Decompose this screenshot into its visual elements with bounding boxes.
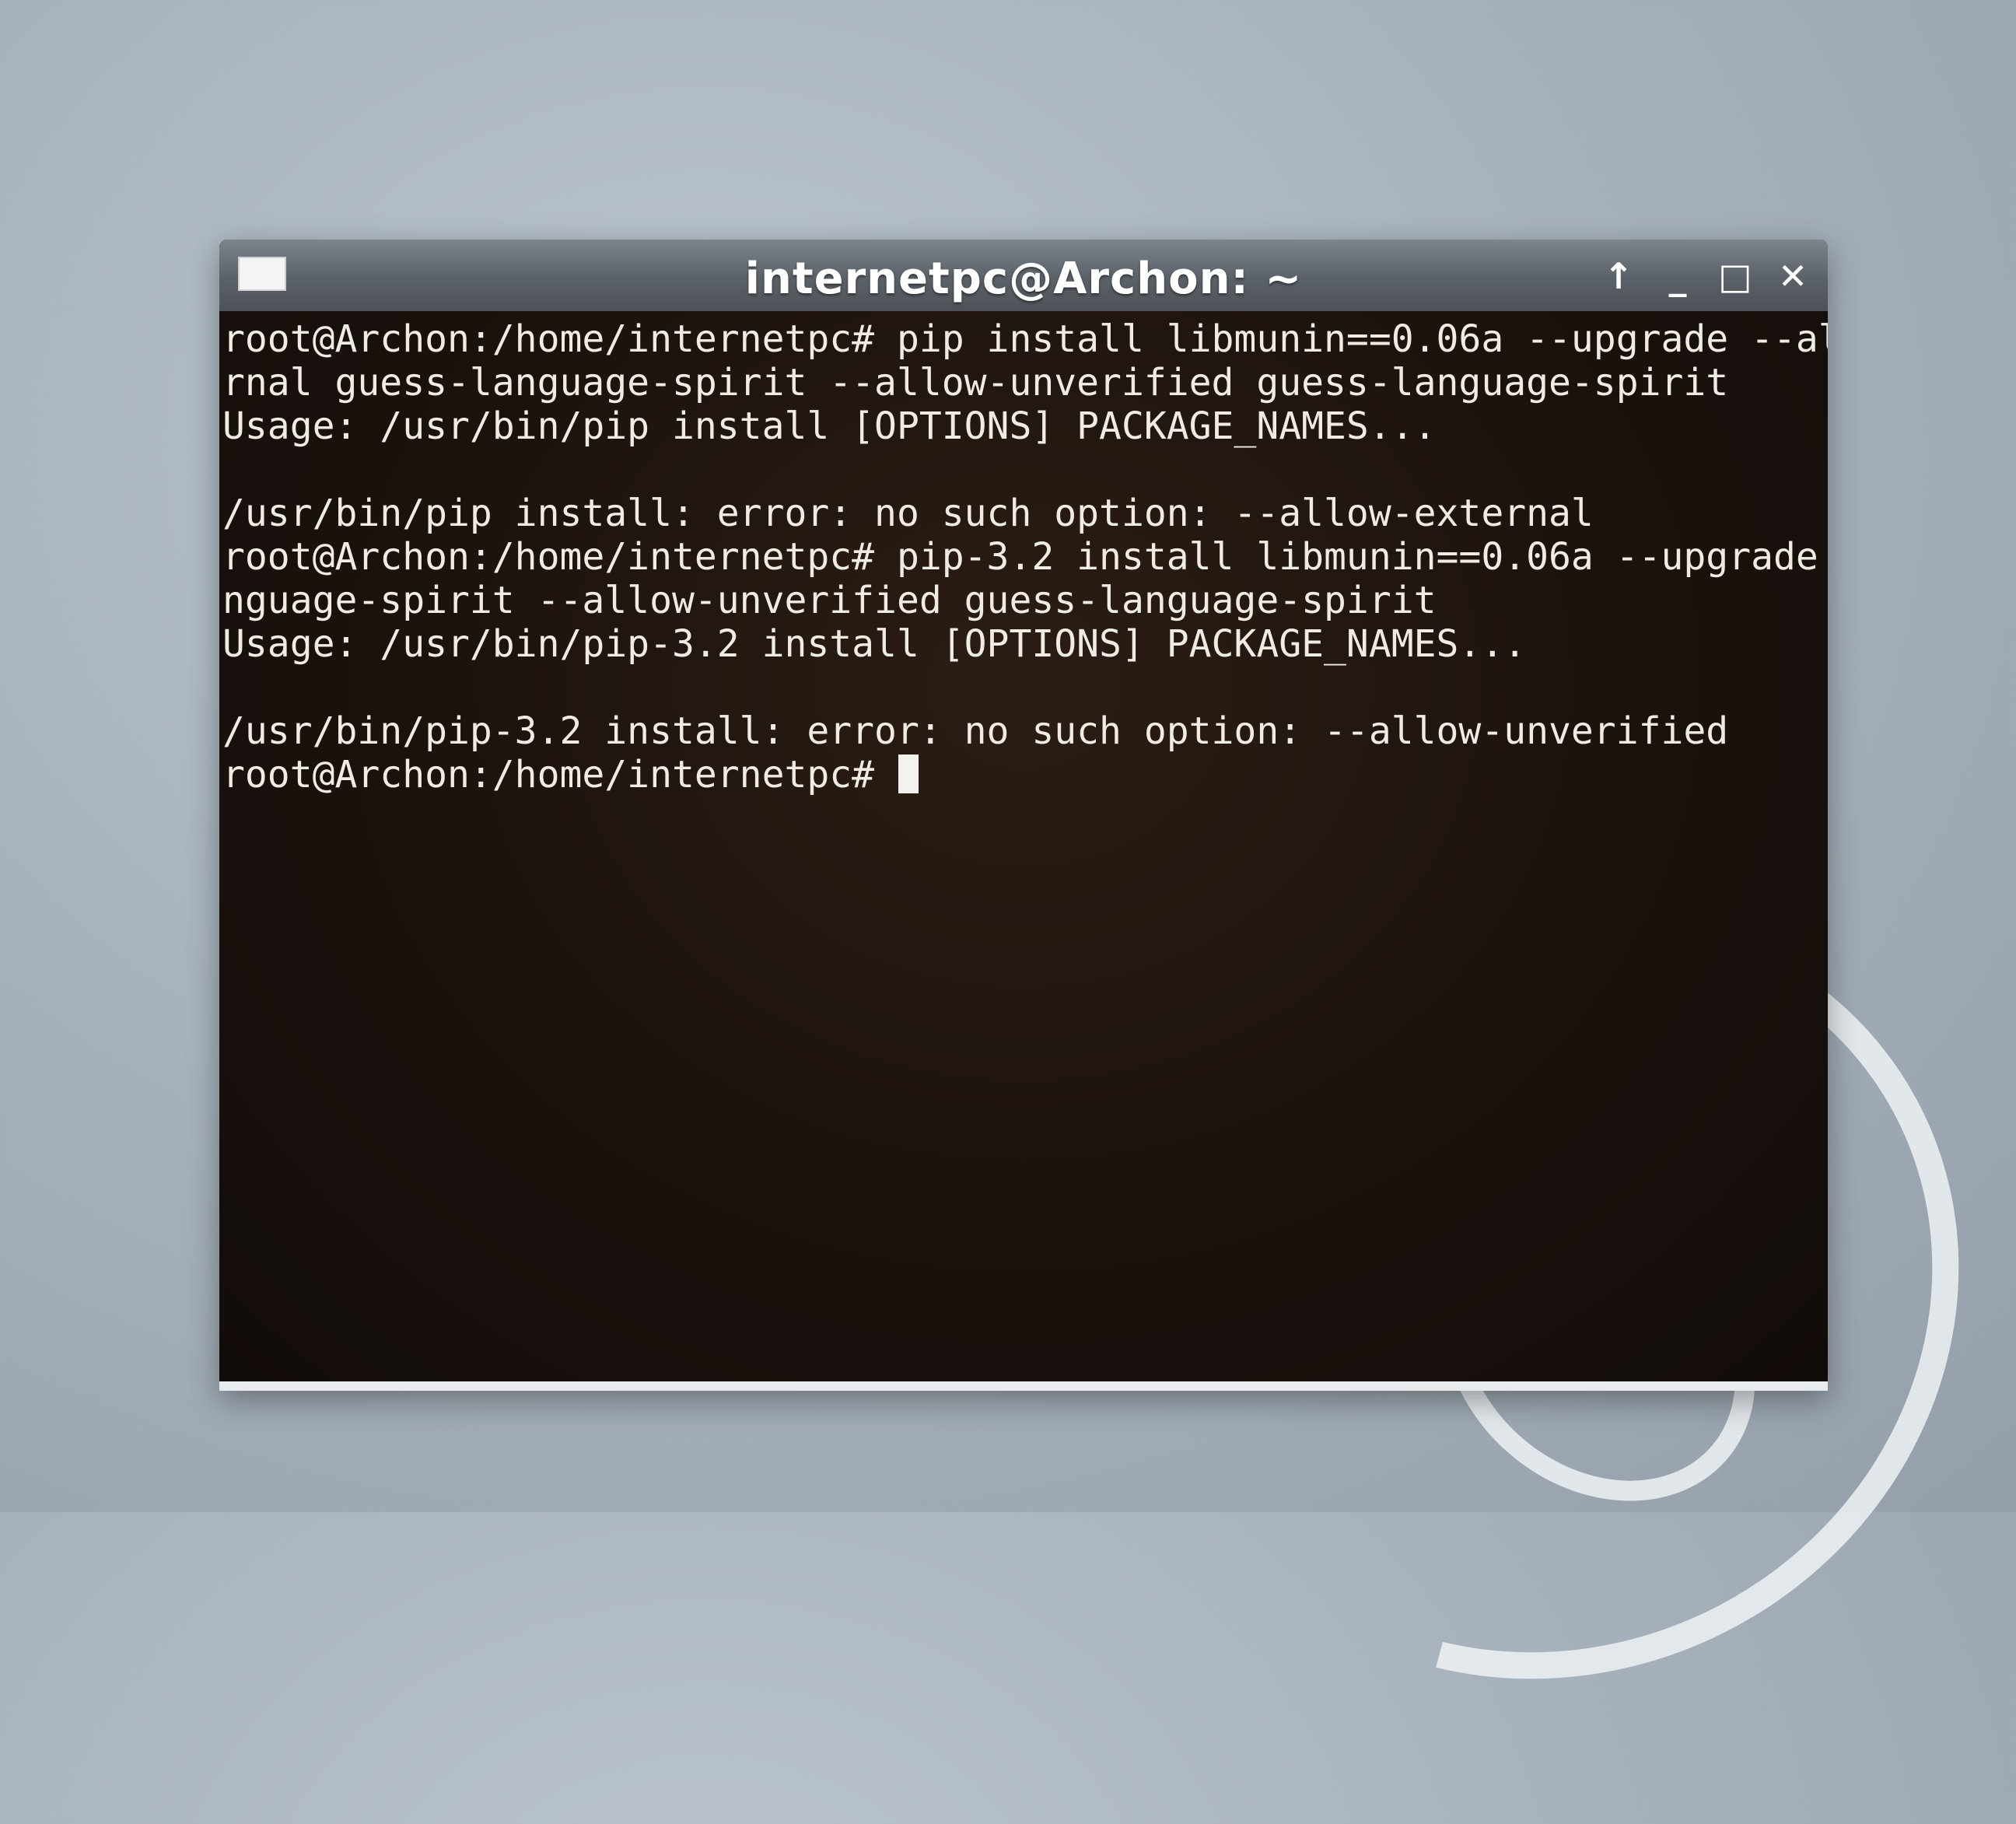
window-title: internetpc@Archon: ~ [744,254,1303,304]
title-bar[interactable]: internetpc@Archon: ~ ↑ _ □ ✕ [219,240,1828,312]
terminal-line: Usage: /usr/bin/pip install [OPTIONS] PA… [222,404,1437,448]
terminal-line: /usr/bin/pip-3.2 install: error: no such… [222,709,1729,753]
terminal-window[interactable]: internetpc@Archon: ~ ↑ _ □ ✕ root@Archon… [219,240,1828,1391]
window-bottom-border [219,1381,1828,1391]
terminal-line: rnal guess-language-spirit --allow-unver… [222,361,1729,404]
terminal-line: root@Archon:/home/internetpc# pip instal… [222,317,1828,361]
close-button[interactable]: ✕ [1770,257,1815,296]
terminal-line: nguage-spirit --allow-unverified guess-l… [222,579,1437,622]
terminal-line: Usage: /usr/bin/pip-3.2 install [OPTIONS… [222,622,1527,666]
shade-button[interactable]: ↑ [1596,257,1641,296]
maximize-button[interactable]: □ [1713,257,1758,296]
text-cursor [898,754,919,793]
minimize-button[interactable]: _ [1655,257,1700,296]
terminal-line: root@Archon:/home/internetpc# pip-3.2 in… [222,535,1818,579]
terminal-prompt: root@Archon:/home/internetpc# [222,753,897,796]
terminal-line: /usr/bin/pip install: error: no such opt… [222,492,1594,535]
terminal-prompt-line[interactable]: root@Archon:/home/internetpc# [222,753,1823,796]
terminal-output[interactable]: root@Archon:/home/internetpc# pip instal… [219,311,1828,1381]
